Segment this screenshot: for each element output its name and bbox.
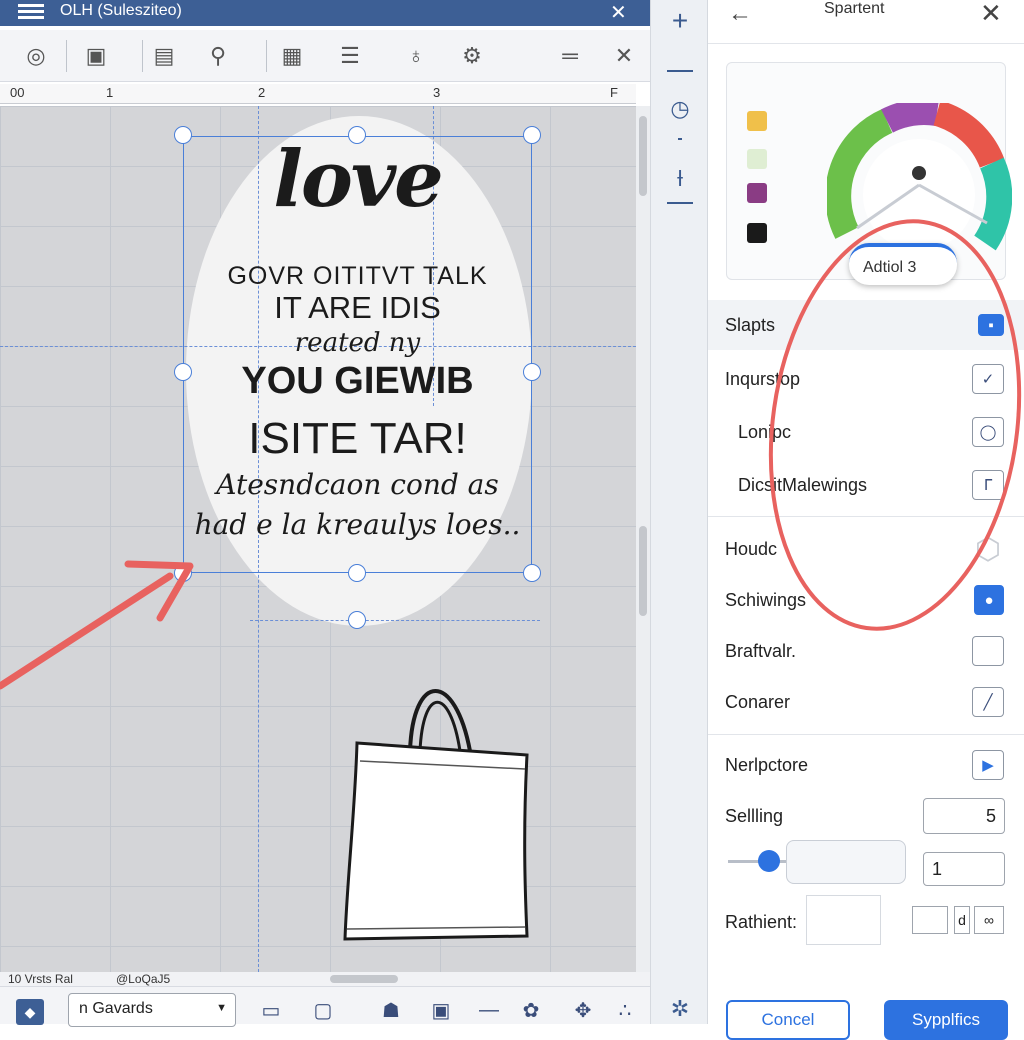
design-text-love[interactable]: love [183, 134, 532, 225]
guide-line [250, 620, 540, 621]
settings-icon[interactable]: ✲ [663, 992, 697, 1026]
link-icon[interactable]: ∞ [974, 906, 1004, 934]
design-canvas[interactable]: love GOVR OITITVT TALK IT ARE IDIS reate… [0, 106, 636, 972]
design-text-line[interactable]: ISITE TAR! [183, 414, 532, 464]
chevron-down-icon: ▼ [216, 1002, 227, 1014]
prop-row[interactable]: Nerlpctore ▶ [708, 740, 1024, 790]
section-divider [708, 734, 1024, 735]
tool-divider [667, 202, 693, 204]
frame-icon[interactable]: ▭ [256, 995, 286, 1025]
close-toolbar-icon[interactable]: ✕ [606, 38, 642, 74]
panel-title: Spartent [824, 0, 885, 17]
toolbar: ◎ ▣ ▤ ⚲ ▦ ☰ ♁ ⚙ ═ ✕ [0, 30, 650, 82]
design-text-line[interactable]: GOVR OITITVT TALK [183, 262, 532, 291]
design-text-line[interactable]: had e la kreaulys loes.. [183, 508, 532, 541]
number-input[interactable]: 5 [923, 798, 1005, 834]
minus-icon[interactable]: — [474, 995, 504, 1025]
zoom-tool-icon[interactable]: ⚲ [200, 38, 236, 74]
apply-button[interactable]: Sypplfics [884, 1000, 1008, 1040]
toolbar-divider [142, 40, 143, 72]
horizontal-scroll-thumb[interactable] [330, 975, 398, 983]
slash-option-icon[interactable]: ╱ [972, 687, 1004, 717]
play-icon[interactable]: ▶ [972, 750, 1004, 780]
cancel-button[interactable]: Concel [726, 1000, 850, 1040]
monitor-icon[interactable]: ▢ [308, 995, 338, 1025]
back-arrow-icon[interactable]: ← [728, 0, 752, 28]
resize-handle[interactable] [523, 564, 541, 582]
window-icon[interactable]: ▣ [426, 995, 456, 1025]
rotate-handle[interactable] [348, 611, 366, 629]
annotation-arrow [0, 560, 194, 690]
align-tool-icon[interactable]: ☰ [332, 38, 368, 74]
slider-preview [786, 840, 906, 884]
gradient-preview[interactable] [806, 895, 881, 945]
prop-row[interactable]: Conarer ╱ [708, 677, 1024, 727]
shape-tool-icon[interactable]: ◎ [18, 38, 54, 74]
number-input[interactable]: 1 [923, 852, 1005, 886]
page-tool-icon[interactable]: ▤ [146, 38, 182, 74]
color-swatch[interactable] [747, 149, 767, 169]
collapse-icon[interactable]: ═ [552, 38, 588, 74]
gradient-swatch[interactable] [912, 906, 948, 934]
more-icon[interactable]: ∴ [610, 995, 640, 1025]
menu-icon[interactable] [18, 4, 44, 20]
clock-icon[interactable]: ◷ [663, 92, 697, 126]
panel-header: ← Spartent ✕ [708, 0, 1024, 44]
design-text-line[interactable]: YOU GIEWIB [183, 360, 532, 403]
title-bar: OLH (Sulesziteo) ✕ [0, 0, 650, 26]
color-swatch[interactable] [747, 183, 767, 203]
scroll-thumb[interactable] [639, 116, 647, 196]
design-text-line[interactable]: reated ny [183, 328, 532, 358]
prop-label: Conarer [725, 692, 791, 712]
layer-dropdown-value: n Gavards [79, 1000, 153, 1017]
resize-handle[interactable] [348, 564, 366, 582]
lightbulb-icon[interactable]: ♁ [398, 38, 434, 74]
scroll-thumb[interactable] [639, 526, 647, 616]
design-text-line[interactable]: Atesndcaon cond as [183, 468, 532, 501]
horizontal-ruler: 00 1 2 3 F [0, 84, 636, 104]
ruler-mark: 2 [258, 85, 266, 100]
ruler-mark: F [610, 85, 618, 100]
layers-icon[interactable]: ◆ [16, 999, 44, 1025]
ruler-mark: 00 [10, 85, 25, 100]
move-icon[interactable]: ✥ [568, 995, 598, 1025]
gradient-stop-icon[interactable]: d [954, 906, 970, 934]
group-tool-icon[interactable]: ▦ [274, 38, 310, 74]
status-text: @LoQaJ5 [116, 972, 171, 986]
window-title: OLH (Sulesziteo) [60, 2, 182, 19]
palette-icon[interactable]: ✿ [516, 995, 546, 1025]
slider-knob[interactable] [758, 850, 780, 872]
image-tool-icon[interactable]: ▣ [78, 38, 114, 74]
layer-dropdown[interactable]: n Gavards ▼ [68, 993, 236, 1027]
prop-label: Rathient: [725, 912, 798, 932]
tote-bag-image[interactable] [335, 651, 535, 951]
prop-label: Sellling [725, 806, 784, 826]
ruler-mark: 3 [433, 85, 441, 100]
vertical-scrollbar[interactable] [636, 106, 650, 972]
text-tool-icon[interactable]: Ɨ [663, 162, 697, 196]
status-text: 10 Vrsts Ral [8, 972, 73, 986]
ruler-mark: 1 [106, 85, 114, 100]
effects-tool-icon[interactable]: ⚙ [454, 38, 490, 74]
add-icon[interactable]: + [663, 4, 697, 38]
status-bar: 10 Vrsts Ral @LoQaJ5 [0, 972, 650, 986]
prop-label: Nerlpctore [725, 755, 809, 775]
toolbar-divider [266, 40, 267, 72]
close-icon[interactable]: ✕ [980, 0, 1002, 29]
bottom-toolbar: ◆ n Gavards ▼ ▭ ▢ ☗ ▣ — ✿ ✥ ∴ [0, 986, 650, 1027]
design-text-line[interactable]: IT ARE IDIS [183, 290, 532, 326]
robot-icon[interactable]: ☗ [376, 995, 406, 1025]
tool-strip: + ◷ Ɨ ✲ [650, 0, 708, 1024]
tool-dot [678, 138, 682, 140]
annotation-circle [768, 219, 1022, 631]
color-swatch[interactable] [747, 111, 767, 131]
close-window-icon[interactable]: ✕ [610, 0, 627, 25]
tool-divider [667, 70, 693, 72]
toolbar-divider [66, 40, 67, 72]
